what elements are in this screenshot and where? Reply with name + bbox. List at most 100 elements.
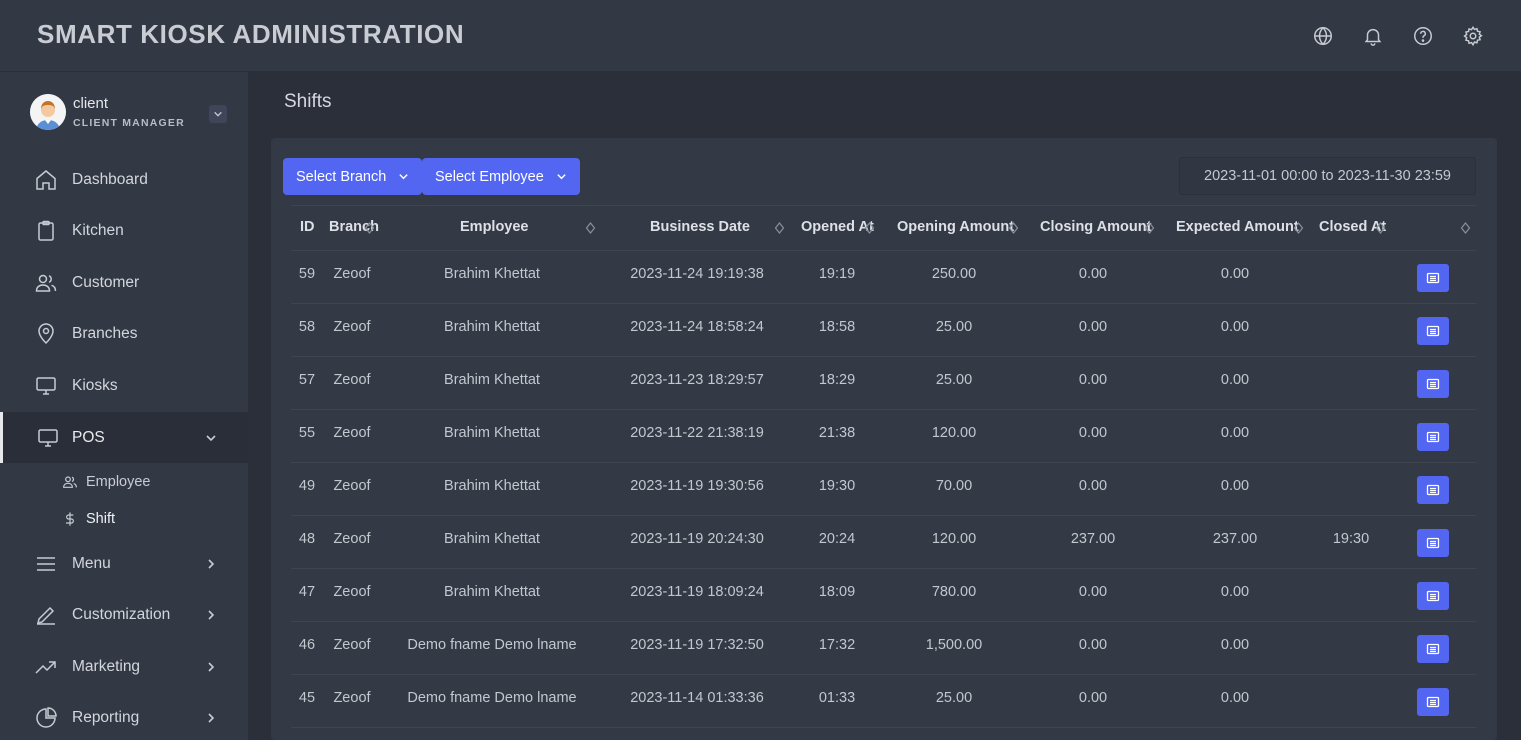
cell-id: 55 xyxy=(298,425,316,441)
cell-id: 49 xyxy=(298,478,316,494)
view-details-button[interactable] xyxy=(1417,582,1449,610)
sidebar-subitem-employee[interactable]: Employee xyxy=(0,464,248,500)
table-row[interactable]: 48 Zeoof Brahim Khettat 2023-11-19 20:24:30… xyxy=(291,516,1476,569)
menu-icon xyxy=(34,552,58,576)
table-row[interactable]: 57 Zeoof Brahim Khettat 2023-11-23 18:29:57… xyxy=(291,357,1476,410)
column-header-id[interactable]: ID xyxy=(300,219,315,235)
sidebar-item-marketing[interactable]: Marketing xyxy=(0,641,248,692)
cell-branch: Zeoof xyxy=(333,478,371,494)
cell-opening-amount: 250.00 xyxy=(931,266,977,282)
cell-expected-amount: 0.00 xyxy=(1220,425,1250,441)
select-employee-button[interactable]: Select Employee xyxy=(422,158,580,195)
column-header-opened-at[interactable]: Opened At xyxy=(801,219,874,235)
sidebar-item-pos[interactable]: POS xyxy=(0,412,248,463)
cell-id: 47 xyxy=(298,584,316,600)
sidebar-item-label: Customization xyxy=(72,605,171,623)
view-details-button[interactable] xyxy=(1417,635,1449,663)
details-icon xyxy=(1426,696,1440,708)
app-title: SMART KIOSK ADMINISTRATION xyxy=(37,19,465,49)
details-icon xyxy=(1426,643,1440,655)
sidebar-subitem-shift[interactable]: Shift xyxy=(0,501,248,537)
cell-business-date: 2023-11-19 20:24:30 xyxy=(630,531,764,547)
table-body: 59 Zeoof Brahim Khettat 2023-11-24 19:19:38… xyxy=(291,251,1476,728)
sidebar-item-customer[interactable]: Customer xyxy=(0,257,248,308)
column-header-employee[interactable]: Employee xyxy=(460,219,529,235)
gear-icon[interactable] xyxy=(1461,24,1485,48)
sort-icon[interactable] xyxy=(585,221,596,235)
sort-icon[interactable] xyxy=(1375,221,1386,235)
cell-branch: Zeoof xyxy=(333,637,371,653)
cell-employee: Brahim Khettat xyxy=(444,584,540,600)
globe-icon[interactable] xyxy=(1311,24,1335,48)
sort-icon[interactable] xyxy=(1293,221,1304,235)
user-profile[interactable]: client CLIENT MANAGER xyxy=(30,94,230,134)
help-icon[interactable] xyxy=(1411,24,1435,48)
user-menu-toggle[interactable] xyxy=(209,105,227,123)
bell-icon[interactable] xyxy=(1361,24,1385,48)
select-branch-button[interactable]: Select Branch xyxy=(283,158,423,195)
column-header-business-date[interactable]: Business Date xyxy=(650,219,750,235)
sidebar-item-kitchen[interactable]: Kitchen xyxy=(0,205,248,256)
sort-icon[interactable] xyxy=(864,221,875,235)
cell-employee: Demo fname Demo lname xyxy=(407,690,577,706)
top-bar: SMART KIOSK ADMINISTRATION xyxy=(0,0,1521,72)
cell-opened-at: 18:29 xyxy=(818,372,856,388)
chevron-right-icon xyxy=(204,711,218,725)
view-details-button[interactable] xyxy=(1417,476,1449,504)
view-details-button[interactable] xyxy=(1417,370,1449,398)
chevron-right-icon xyxy=(204,608,218,622)
sort-icon[interactable] xyxy=(1144,221,1155,235)
sort-icon[interactable] xyxy=(1460,221,1471,235)
table-row[interactable]: 58 Zeoof Brahim Khettat 2023-11-24 18:58:24… xyxy=(291,304,1476,357)
column-header-expected-amount[interactable]: Expected Amount xyxy=(1176,219,1299,235)
sidebar-item-dashboard[interactable]: Dashboard xyxy=(0,154,248,205)
select-employee-label: Select Employee xyxy=(435,168,544,185)
cell-expected-amount: 237.00 xyxy=(1212,531,1258,547)
view-details-button[interactable] xyxy=(1417,264,1449,292)
table-row[interactable]: 59 Zeoof Brahim Khettat 2023-11-24 19:19:38… xyxy=(291,251,1476,304)
view-details-button[interactable] xyxy=(1417,423,1449,451)
sidebar-item-kiosks[interactable]: Kiosks xyxy=(0,360,248,411)
sidebar-item-reporting[interactable]: Reporting xyxy=(0,692,248,740)
cell-branch: Zeoof xyxy=(333,266,371,282)
sort-icon[interactable] xyxy=(774,221,785,235)
sidebar-item-label: Reporting xyxy=(72,708,140,726)
table-header: ID Branch Employee Business Date Opened … xyxy=(291,205,1476,251)
home-icon xyxy=(34,168,58,192)
sidebar-item-label: Dashboard xyxy=(72,170,148,188)
column-header-closing-amount[interactable]: Closing Amount xyxy=(1040,219,1151,235)
view-details-button[interactable] xyxy=(1417,317,1449,345)
sidebar-item-label: Marketing xyxy=(72,657,141,675)
cell-expected-amount: 0.00 xyxy=(1220,584,1250,600)
monitor-icon xyxy=(34,374,58,398)
chevron-down-icon xyxy=(399,174,408,180)
column-header-opening-amount[interactable]: Opening Amount xyxy=(897,219,1014,235)
cell-business-date: 2023-11-24 18:58:24 xyxy=(630,319,764,335)
date-range-input[interactable]: 2023-11-01 00:00 to 2023-11-30 23:59 xyxy=(1179,157,1476,195)
top-icons xyxy=(1311,24,1485,48)
cell-business-date: 2023-11-19 17:32:50 xyxy=(630,637,764,653)
table-row[interactable]: 45 Zeoof Demo fname Demo lname 2023-11-14 0… xyxy=(291,675,1476,728)
map-pin-icon xyxy=(34,322,58,346)
cell-id: 45 xyxy=(298,690,316,706)
trending-up-icon xyxy=(34,655,58,679)
cell-id: 59 xyxy=(298,266,316,282)
table-row[interactable]: 55 Zeoof Brahim Khettat 2023-11-22 21:38:19… xyxy=(291,410,1476,463)
page-title: Shifts xyxy=(284,91,332,112)
sidebar-item-branches[interactable]: Branches xyxy=(0,308,248,359)
sort-icon[interactable] xyxy=(364,221,375,235)
cell-opened-at: 18:09 xyxy=(818,584,856,600)
table-row[interactable]: 49 Zeoof Brahim Khettat 2023-11-19 19:30:56… xyxy=(291,463,1476,516)
cell-closing-amount: 0.00 xyxy=(1078,584,1108,600)
view-details-button[interactable] xyxy=(1417,529,1449,557)
cell-opened-at: 19:30 xyxy=(818,478,856,494)
cell-closing-amount: 0.00 xyxy=(1078,266,1108,282)
cell-closed-at: 19:30 xyxy=(1332,531,1370,547)
sort-icon[interactable] xyxy=(1008,221,1019,235)
table-row[interactable]: 47 Zeoof Brahim Khettat 2023-11-19 18:09:24… xyxy=(291,569,1476,622)
sidebar-item-customization[interactable]: Customization xyxy=(0,589,248,640)
sidebar-item-menu[interactable]: Menu xyxy=(0,538,248,589)
view-details-button[interactable] xyxy=(1417,688,1449,716)
table-row[interactable]: 46 Zeoof Demo fname Demo lname 2023-11-19 1… xyxy=(291,622,1476,675)
chevron-down-icon xyxy=(557,174,566,180)
